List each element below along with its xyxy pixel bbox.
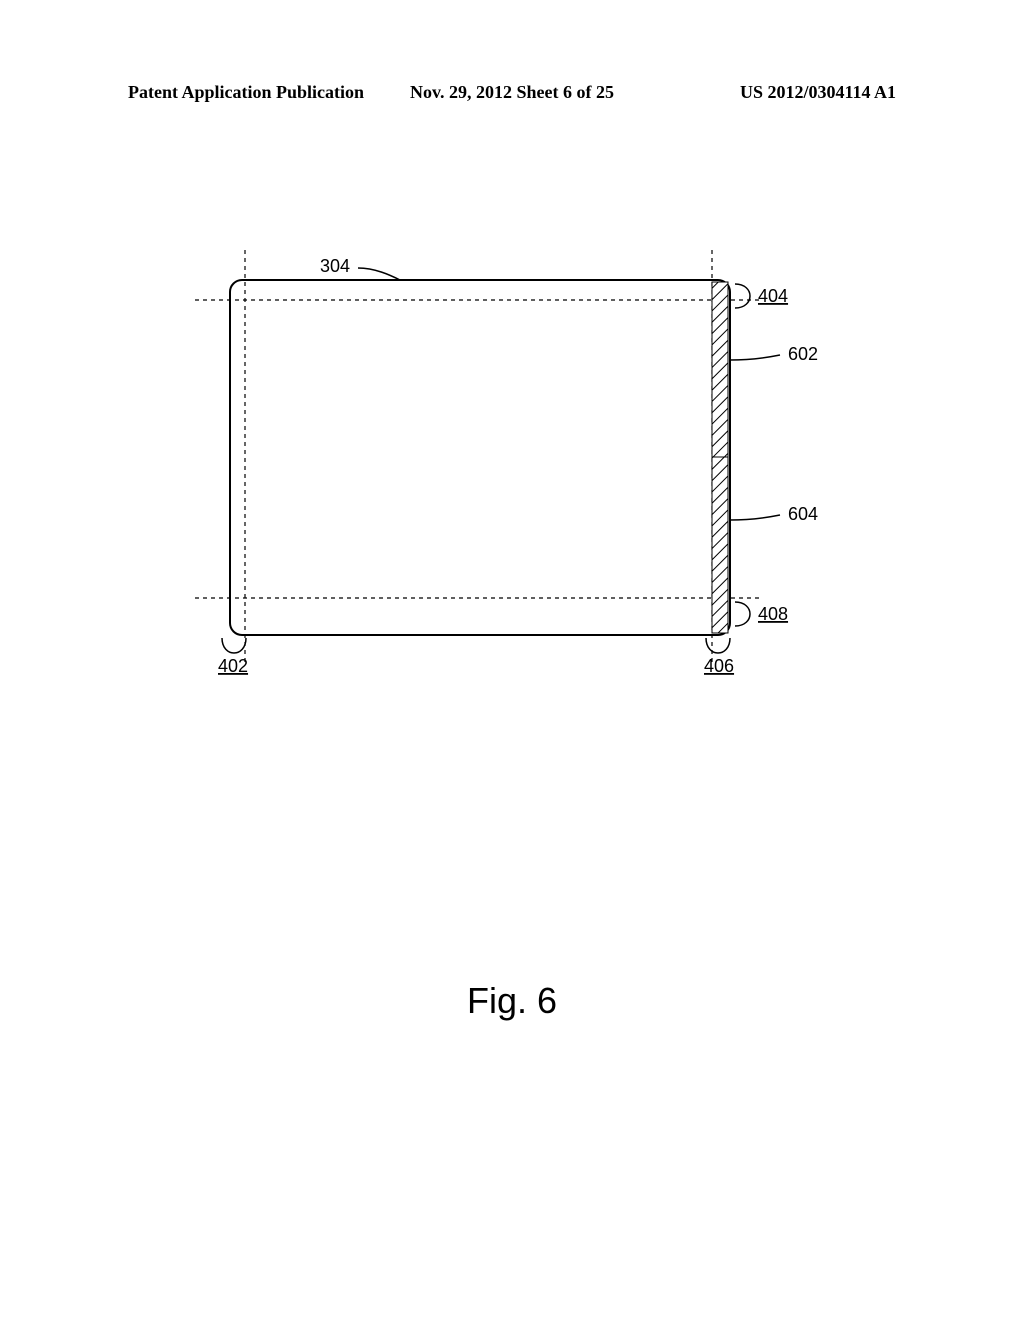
ref-304-leader (358, 268, 400, 280)
ref-404-bracket (735, 284, 750, 308)
region-604 (712, 457, 728, 633)
ref-404-label: 404 (758, 286, 788, 306)
header-right: US 2012/0304114 A1 (740, 82, 896, 103)
header-left: Patent Application Publication (128, 82, 364, 103)
ref-402-bracket (222, 638, 246, 653)
ref-406-label: 406 (704, 656, 734, 676)
figure-6: 304 404 602 604 408 402 406 (160, 240, 880, 690)
ref-602-leader (730, 355, 780, 360)
ref-402-label: 402 (218, 656, 248, 676)
ref-408-bracket (735, 602, 750, 626)
ref-604-leader (730, 515, 780, 520)
figure-caption: Fig. 6 (0, 980, 1024, 1022)
ref-304-label: 304 (320, 256, 350, 276)
figure-svg: 304 404 602 604 408 402 406 (160, 240, 880, 690)
patent-page: Patent Application Publication Nov. 29, … (0, 0, 1024, 1320)
region-602 (712, 282, 728, 457)
ref-604-label: 604 (788, 504, 818, 524)
ref-408-label: 408 (758, 604, 788, 624)
display-rect-304 (230, 280, 730, 635)
header-center: Nov. 29, 2012 Sheet 6 of 25 (410, 82, 614, 103)
ref-602-label: 602 (788, 344, 818, 364)
ref-406-bracket (706, 638, 730, 653)
